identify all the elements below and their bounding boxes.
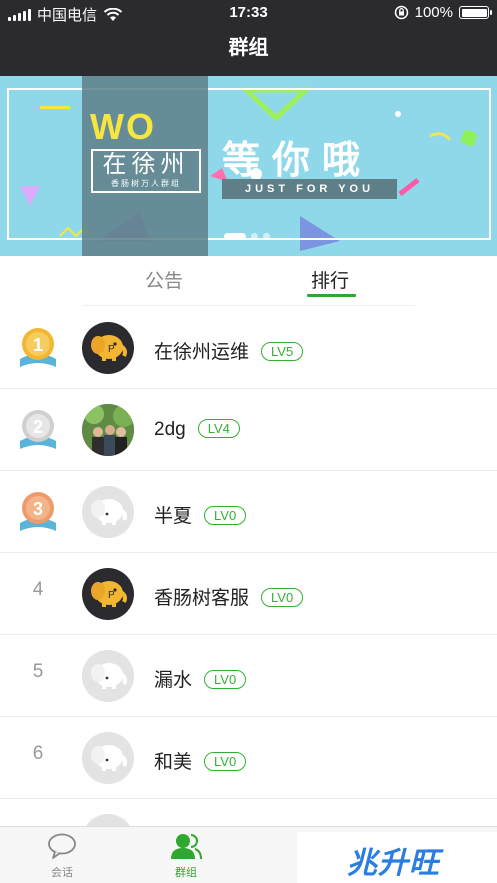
elephant-icon: P (91, 335, 127, 361)
segment-tabs: 公告 排行 (0, 256, 497, 306)
ranking-list: 1 P 在徐州运维 LV5 2 2dg LV4 3 半夏 LV0 4 P 香肠树… (0, 307, 497, 881)
carousel-dot-2[interactable] (251, 233, 258, 240)
avatar[interactable]: P (82, 568, 134, 620)
avatar[interactable] (82, 732, 134, 784)
tabbar-label: 会话 (51, 867, 73, 879)
rank-number: 6 (32, 743, 44, 764)
banner-city-box: 在徐州 香肠树万人群组 (91, 149, 201, 193)
carousel-dot-3[interactable] (263, 233, 270, 240)
level-badge: LV0 (204, 506, 247, 525)
banner-tagline: JUST FOR YOU (222, 179, 397, 199)
bronze-medal-icon: 3 (20, 492, 56, 531)
tabbar-label: 群组 (175, 867, 197, 879)
ranking-row[interactable]: 3 半夏 LV0 (0, 471, 497, 553)
banner-city: 在徐州 (102, 151, 190, 178)
rank-number: 5 (32, 661, 44, 682)
level-badge: LV0 (204, 752, 247, 771)
level-badge: LV4 (197, 419, 240, 438)
silver-medal-icon: 2 (20, 410, 56, 449)
rank-number: 4 (32, 579, 44, 600)
battery-percent: 100% (414, 4, 453, 21)
page-title: 群组 (228, 37, 269, 59)
member-name: 半夏 LV0 (154, 501, 247, 528)
carousel-indicator[interactable] (224, 233, 270, 240)
elephant-icon (91, 745, 127, 771)
avatar[interactable]: P (82, 322, 134, 374)
watermark-text: 兆升旺 (347, 847, 440, 880)
member-name: 和美 LV0 (154, 747, 247, 774)
nav-bar: 群组 (0, 25, 497, 76)
banner-city-sub: 香肠树万人群组 (111, 179, 181, 188)
member-name: 2dg LV4 (154, 419, 240, 441)
elephant-icon (91, 663, 127, 689)
ranking-row[interactable]: 6 和美 LV0 (0, 717, 497, 799)
tab-ranking[interactable]: 排行 (311, 266, 349, 293)
svg-text:P: P (108, 590, 115, 601)
active-tab-indicator (307, 294, 356, 297)
watermark-logo: 兆升旺 (297, 832, 497, 883)
battery-icon (459, 6, 492, 19)
orientation-lock-icon (394, 5, 408, 20)
ranking-row[interactable]: 2 2dg LV4 (0, 389, 497, 471)
chat-bubble-icon (48, 833, 76, 859)
tab-announcement[interactable]: 公告 (145, 266, 183, 293)
group-photo-icon (82, 404, 134, 456)
gold-medal-icon: 1 (20, 328, 56, 367)
tabbar-item-chat[interactable]: 会话 (22, 833, 102, 880)
elephant-icon: P (91, 581, 127, 607)
member-name: 在徐州运维 LV5 (154, 337, 304, 364)
level-badge: LV0 (204, 670, 247, 689)
svg-text:2: 2 (33, 417, 43, 437)
carousel-dot-1[interactable] (224, 233, 246, 240)
ranking-row[interactable]: 5 漏水 LV0 (0, 635, 497, 717)
banner-carousel[interactable]: WO 在徐州 香肠树万人群组 等你哦 JUST FOR YOU (0, 76, 497, 256)
svg-text:1: 1 (33, 335, 43, 355)
group-icon (171, 834, 202, 860)
status-bar: 中国电信 17:33 100% (0, 0, 497, 25)
svg-text:P: P (108, 344, 115, 355)
ranking-row[interactable]: 4 P 香肠树客服 LV0 (0, 553, 497, 635)
member-name: 漏水 LV0 (154, 665, 247, 692)
member-name: 香肠树客服 LV0 (154, 583, 304, 610)
ranking-row[interactable]: 1 P 在徐州运维 LV5 (0, 307, 497, 389)
level-badge: LV0 (261, 588, 304, 607)
avatar[interactable] (82, 650, 134, 702)
svg-text:3: 3 (33, 499, 43, 519)
elephant-icon (91, 499, 127, 525)
avatar[interactable] (82, 486, 134, 538)
tabbar-item-group[interactable]: 群组 (146, 833, 226, 880)
banner-headline: 等你哦 (222, 140, 373, 182)
banner-wo-text: WO (90, 106, 156, 147)
avatar[interactable] (82, 404, 134, 456)
level-badge: LV5 (261, 342, 304, 361)
